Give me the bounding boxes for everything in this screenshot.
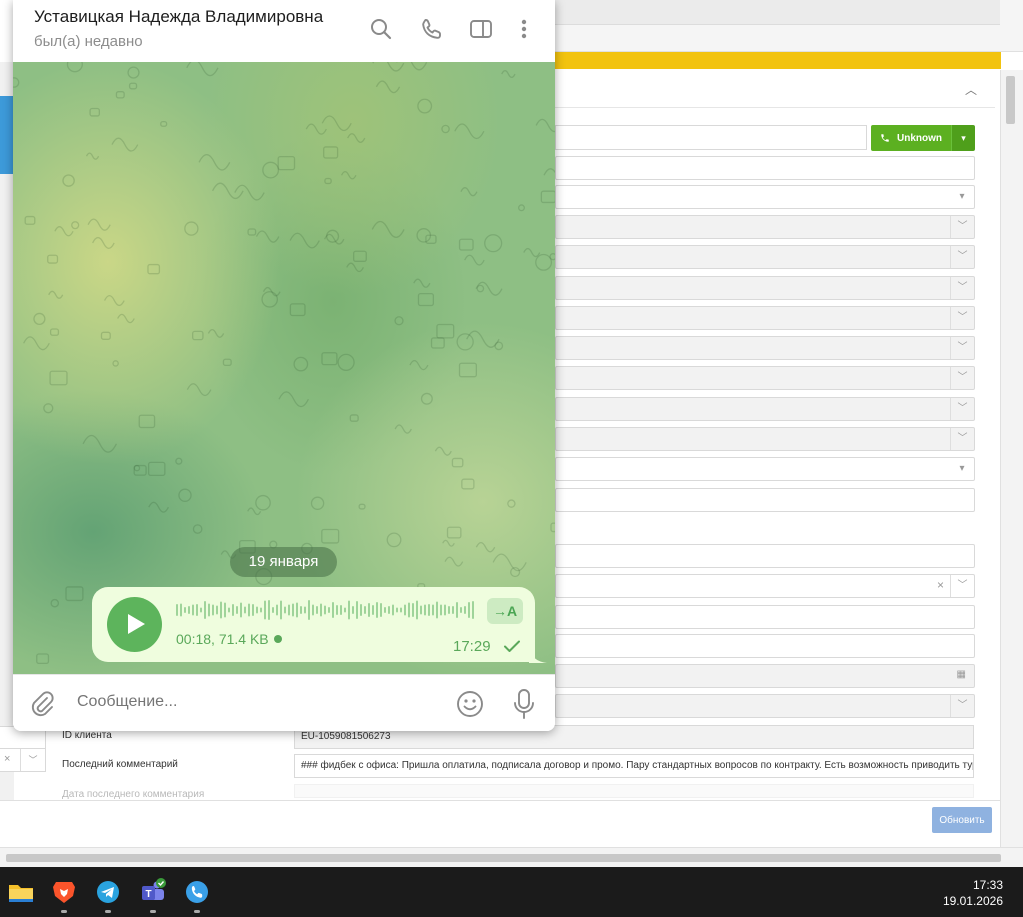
call-dropdown-button[interactable]: ▾ xyxy=(951,125,975,151)
dropdown-arrow-icon: ▾ xyxy=(959,191,965,202)
brave-browser-icon[interactable] xyxy=(49,877,79,913)
crm-left-tab[interactable] xyxy=(0,96,14,174)
telegram-chat-window: Уставицкая Надежда Владимировна был(а) н… xyxy=(13,0,555,731)
clock-time: 17:33 xyxy=(972,878,1003,892)
update-button[interactable]: Обновить xyxy=(932,807,992,833)
voice-message-bubble[interactable]: →A 00:18, 71.4 KB 17:29 xyxy=(92,587,535,662)
crm-field[interactable] xyxy=(555,634,975,658)
client-id-label: ID клиента xyxy=(62,730,112,741)
microphone-icon[interactable] xyxy=(511,687,537,721)
crm-field[interactable] xyxy=(555,605,975,629)
horizontal-scrollbar[interactable] xyxy=(0,847,1023,867)
chevron-down-icon: ﹀ xyxy=(950,367,974,389)
crm-select[interactable]: ▾ xyxy=(555,185,975,209)
unplayed-dot-icon xyxy=(273,635,282,643)
crm-select[interactable]: ﹀ xyxy=(555,336,975,360)
left-select-stub[interactable]: × ﹀ xyxy=(0,748,46,772)
file-explorer-icon[interactable] xyxy=(6,877,36,907)
more-options-icon[interactable] xyxy=(510,15,538,43)
message-input[interactable] xyxy=(77,693,427,711)
contact-name[interactable]: Уставицкая Надежда Владимировна xyxy=(34,7,323,27)
crm-field[interactable] xyxy=(555,488,975,512)
contact-status: был(а) недавно xyxy=(34,33,143,50)
clear-icon[interactable]: × xyxy=(4,753,10,765)
telegram-icon[interactable] xyxy=(93,877,123,913)
voice-message-meta: 00:18, 71.4 KB xyxy=(176,631,282,647)
calendar-icon[interactable]: ▦ xyxy=(957,669,966,680)
chevron-down-icon: ﹀ xyxy=(950,575,974,597)
vertical-scrollbar[interactable] xyxy=(1000,70,1023,847)
date-divider: 19 января xyxy=(230,547,337,577)
call-button-label: Unknown xyxy=(897,132,942,144)
message-time: 17:29 xyxy=(453,638,491,655)
chevron-down-icon: ﹀ xyxy=(950,337,974,359)
last-comment-label: Последний комментарий xyxy=(62,759,178,770)
clear-icon[interactable]: × xyxy=(937,578,944,592)
chevron-down-icon: ﹀ xyxy=(950,695,974,717)
crm-field[interactable] xyxy=(555,544,975,568)
emoji-icon[interactable] xyxy=(455,689,485,719)
crm-select[interactable]: ﹀ xyxy=(555,215,975,239)
teams-icon[interactable]: T xyxy=(138,877,168,913)
crm-field[interactable] xyxy=(555,156,975,180)
clock-date: 19.01.2026 xyxy=(942,894,1003,908)
chat-area[interactable]: 19 января →A 00:18, 71.4 KB 17:29 xyxy=(13,62,555,674)
phone-call-icon[interactable] xyxy=(418,15,446,43)
attach-icon[interactable] xyxy=(28,689,56,719)
crm-select[interactable]: ﹀ xyxy=(555,427,975,451)
crm-panel-header[interactable]: ︿ xyxy=(555,72,995,108)
sent-check-icon xyxy=(504,640,520,652)
chat-header[interactable]: Уставицкая Надежда Владимировна был(а) н… xyxy=(13,0,555,62)
phone-icon xyxy=(881,134,889,142)
crm-select[interactable]: ﹀ xyxy=(555,306,975,330)
crm-select[interactable]: ﹀ xyxy=(555,694,975,718)
crm-multiselect[interactable]: × ﹀ xyxy=(555,574,975,598)
voice-duration-size: 00:18, 71.4 KB xyxy=(176,631,269,647)
crm-topbar xyxy=(555,0,1023,52)
phone-app-icon[interactable] xyxy=(182,877,212,913)
collapse-chevron-icon[interactable]: ︿ xyxy=(965,81,977,98)
crm-select[interactable]: ﹀ xyxy=(555,366,975,390)
crm-select[interactable]: ﹀ xyxy=(555,397,975,421)
phone-field[interactable] xyxy=(555,125,867,150)
message-composer xyxy=(13,674,555,731)
last-comment-date-label: Дата последнего комментария xyxy=(62,789,205,800)
chevron-down-icon: ﹀ xyxy=(950,398,974,420)
crm-footer xyxy=(0,800,1000,847)
transcribe-button[interactable]: →A xyxy=(487,598,523,624)
voice-waveform[interactable] xyxy=(176,598,478,622)
chevron-down-icon: ﹀ xyxy=(950,307,974,329)
chevron-down-icon: ﹀ xyxy=(950,216,974,238)
last-comment-field[interactable]: ### фидбек с офиса: Пришла оплатила, под… xyxy=(294,754,974,778)
svg-text:T: T xyxy=(145,889,151,900)
dropdown-arrow-icon: ▾ xyxy=(959,463,965,474)
crm-select[interactable]: ﹀ xyxy=(555,276,975,300)
crm-select[interactable]: ▾ xyxy=(555,457,975,481)
sidebar-toggle-icon[interactable] xyxy=(467,15,495,43)
chevron-down-icon: ﹀ xyxy=(20,749,45,771)
bubble-tail xyxy=(529,647,547,663)
chevron-down-icon: ﹀ xyxy=(950,428,974,450)
chevron-down-icon: ﹀ xyxy=(950,277,974,299)
play-button[interactable] xyxy=(107,597,162,652)
call-button[interactable]: Unknown xyxy=(871,125,951,151)
chat-wallpaper-pattern xyxy=(13,62,555,665)
crm-date-field[interactable]: ▦ xyxy=(555,664,975,688)
search-icon[interactable] xyxy=(367,15,395,43)
chevron-down-icon: ﹀ xyxy=(950,246,974,268)
last-comment-date-field[interactable] xyxy=(294,784,974,798)
crm-select[interactable]: ﹀ xyxy=(555,245,975,269)
system-clock[interactable]: 17:33 19.01.2026 xyxy=(943,877,1003,909)
taskbar: T 17:33 19.01.2026 xyxy=(0,867,1023,917)
crm-yellow-banner xyxy=(555,52,1001,69)
